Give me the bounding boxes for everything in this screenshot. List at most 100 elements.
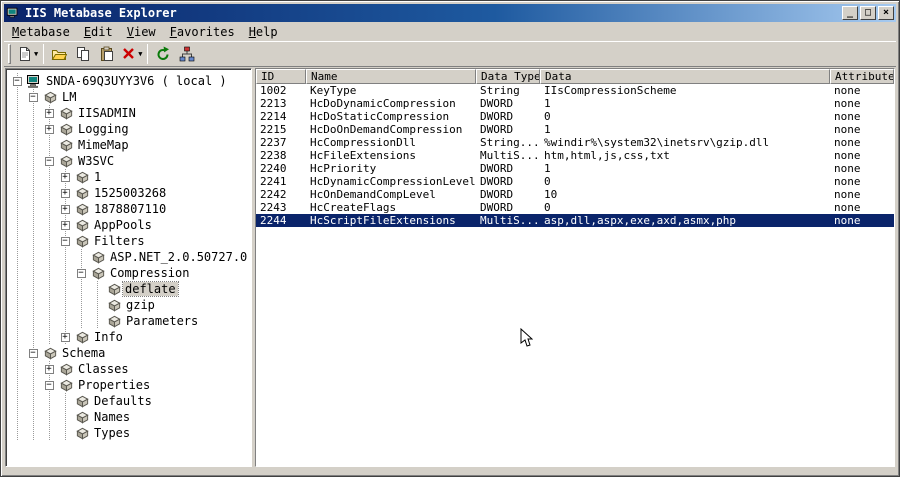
refresh-button[interactable] bbox=[151, 43, 175, 65]
table-row-2244[interactable]: 2244 HcScriptFileExtensions MultiS... asp,d… bbox=[256, 214, 894, 227]
dropdown-arrow-icon: ▼ bbox=[34, 50, 39, 58]
tree-node-iisadmin[interactable]: + IISADMIN bbox=[9, 105, 251, 121]
tree-node-properties[interactable]: − Properties bbox=[9, 377, 251, 393]
dropdown-arrow-icon: ▼ bbox=[138, 50, 143, 58]
plus-icon: + bbox=[60, 187, 70, 198]
expand-toggle[interactable]: + bbox=[57, 217, 73, 233]
tree-node-classes[interactable]: + Classes bbox=[9, 361, 251, 377]
tree-guide-line bbox=[9, 249, 25, 265]
tree-node-mimemap[interactable]: MimeMap bbox=[9, 137, 251, 153]
table-row-2241[interactable]: 2241 HcDynamicCompressionLevel DWORD 0 none bbox=[256, 175, 894, 188]
cell: none bbox=[834, 201, 861, 214]
cell: 0 bbox=[544, 201, 551, 214]
table-row-2242[interactable]: 2242 HcOnDemandCompLevel DWORD 10 none bbox=[256, 188, 894, 201]
plus-icon: + bbox=[60, 203, 70, 214]
db-icon bbox=[73, 393, 91, 409]
tree-node-label: Properties bbox=[78, 378, 151, 392]
expand-toggle[interactable]: + bbox=[57, 185, 73, 201]
expand-toggle[interactable]: + bbox=[41, 105, 57, 121]
tree-guide-line bbox=[9, 105, 25, 121]
column-header-name[interactable]: Name bbox=[306, 69, 476, 84]
tree-connector bbox=[89, 281, 105, 297]
toolbar-grip[interactable] bbox=[8, 44, 11, 64]
tree-node-names[interactable]: Names bbox=[9, 409, 251, 425]
expand-toggle[interactable]: + bbox=[41, 121, 57, 137]
collapse-toggle[interactable]: − bbox=[25, 89, 41, 105]
tree-guide-line bbox=[41, 329, 57, 345]
tree-node-logging[interactable]: + Logging bbox=[9, 121, 251, 137]
expand-toggle[interactable]: + bbox=[57, 169, 73, 185]
tree-connector bbox=[57, 409, 73, 425]
table-row-2215[interactable]: 2215 HcDoOnDemandCompression DWORD 1 none bbox=[256, 123, 894, 136]
tree-guide-line bbox=[25, 393, 41, 409]
table-row-2213[interactable]: 2213 HcDoDynamicCompression DWORD 1 none bbox=[256, 97, 894, 110]
table-row-2214[interactable]: 2214 HcDoStaticCompression DWORD 0 none bbox=[256, 110, 894, 123]
column-header-data-type[interactable]: Data Type bbox=[476, 69, 540, 84]
menu-help[interactable]: Help bbox=[242, 24, 285, 40]
expand-toggle[interactable]: + bbox=[57, 329, 73, 345]
expand-toggle[interactable]: + bbox=[57, 201, 73, 217]
cell: 2214 bbox=[260, 110, 287, 123]
open-button[interactable] bbox=[47, 43, 71, 65]
tree-guide-line bbox=[25, 297, 41, 313]
tree-node-snda-69q3uyy3v6-local[interactable]: − SNDA-69Q3UYY3V6 ( local ) bbox=[9, 73, 251, 89]
collapse-toggle[interactable]: − bbox=[41, 377, 57, 393]
table-row-2240[interactable]: 2240 HcPriority DWORD 1 none bbox=[256, 162, 894, 175]
collapse-toggle[interactable]: − bbox=[9, 73, 25, 89]
tree-guide-line bbox=[9, 297, 25, 313]
plus-icon: + bbox=[60, 219, 70, 230]
tree-node-gzip[interactable]: gzip bbox=[9, 297, 251, 313]
menu-favorites[interactable]: Favorites bbox=[163, 24, 242, 40]
copy-button[interactable] bbox=[71, 43, 95, 65]
tree-node-apppools[interactable]: + AppPools bbox=[9, 217, 251, 233]
tree-node-defaults[interactable]: Defaults bbox=[9, 393, 251, 409]
maximize-button[interactable]: □ bbox=[860, 6, 876, 20]
table-row-1002[interactable]: 1002 KeyType String IIsCompressionScheme non… bbox=[256, 84, 894, 97]
minus-icon: − bbox=[76, 267, 86, 278]
collapse-toggle[interactable]: − bbox=[57, 233, 73, 249]
connect-button[interactable] bbox=[175, 43, 199, 65]
table-row-2237[interactable]: 2237 HcCompressionDll String... %windir%\sy… bbox=[256, 136, 894, 149]
delete-button[interactable]: ▼ bbox=[119, 43, 144, 65]
tree-node-asp-net-2-0-50727-0[interactable]: ASP.NET_2.0.50727.0 bbox=[9, 249, 251, 265]
expand-toggle[interactable]: + bbox=[41, 361, 57, 377]
new-record-button[interactable]: ▼ bbox=[15, 43, 40, 65]
minimize-button[interactable]: _ bbox=[842, 6, 858, 20]
tree-node-1525003268[interactable]: +1525003268 bbox=[9, 185, 251, 201]
column-header-data[interactable]: Data bbox=[540, 69, 830, 84]
tree-guide-line bbox=[25, 185, 41, 201]
tree-guide-line bbox=[41, 185, 57, 201]
tree-guide-line bbox=[9, 233, 25, 249]
column-header-id[interactable]: ID bbox=[256, 69, 306, 84]
collapse-toggle[interactable]: − bbox=[41, 153, 57, 169]
collapse-toggle[interactable]: − bbox=[73, 265, 89, 281]
menu-view[interactable]: View bbox=[120, 24, 163, 40]
tree-guide-line bbox=[73, 313, 89, 329]
table-row-2238[interactable]: 2238 HcFileExtensions MultiS... htm,html,js… bbox=[256, 149, 894, 162]
menu-metabase[interactable]: Metabase bbox=[5, 24, 77, 40]
paste-button[interactable] bbox=[95, 43, 119, 65]
tree-node-1878807110[interactable]: +1878807110 bbox=[9, 201, 251, 217]
tree-node-lm[interactable]: − LM bbox=[9, 89, 251, 105]
table-row-2243[interactable]: 2243 HcCreateFlags DWORD 0 none bbox=[256, 201, 894, 214]
tree-node-parameters[interactable]: Parameters bbox=[9, 313, 251, 329]
tree-node-filters[interactable]: − Filters bbox=[9, 233, 251, 249]
cell: DWORD bbox=[480, 175, 514, 188]
tree-node-w3svc[interactable]: − W3SVC bbox=[9, 153, 251, 169]
tree-node-1[interactable]: +1 bbox=[9, 169, 251, 185]
cell: HcOnDemandCompLevel bbox=[310, 188, 436, 201]
tree-node-types[interactable]: Types bbox=[9, 425, 251, 441]
tree-node-label: SNDA-69Q3UYY3V6 ( local ) bbox=[46, 74, 227, 88]
tree-node-compression[interactable]: − Compression bbox=[9, 265, 251, 281]
close-button[interactable]: × bbox=[878, 6, 894, 20]
tree-node-info[interactable]: + Info bbox=[9, 329, 251, 345]
collapse-toggle[interactable]: − bbox=[25, 345, 41, 361]
tree-node-deflate[interactable]: deflate bbox=[9, 281, 251, 297]
column-header-attributes[interactable]: Attributes bbox=[830, 69, 894, 84]
tree-guide-line bbox=[9, 217, 25, 233]
db-icon bbox=[41, 89, 59, 105]
menu-edit[interactable]: Edit bbox=[77, 24, 120, 40]
tree-guide-line bbox=[73, 281, 89, 297]
title-bar[interactable]: IIS Metabase Explorer _ □ × bbox=[4, 4, 896, 22]
tree-node-schema[interactable]: − Schema bbox=[9, 345, 251, 361]
